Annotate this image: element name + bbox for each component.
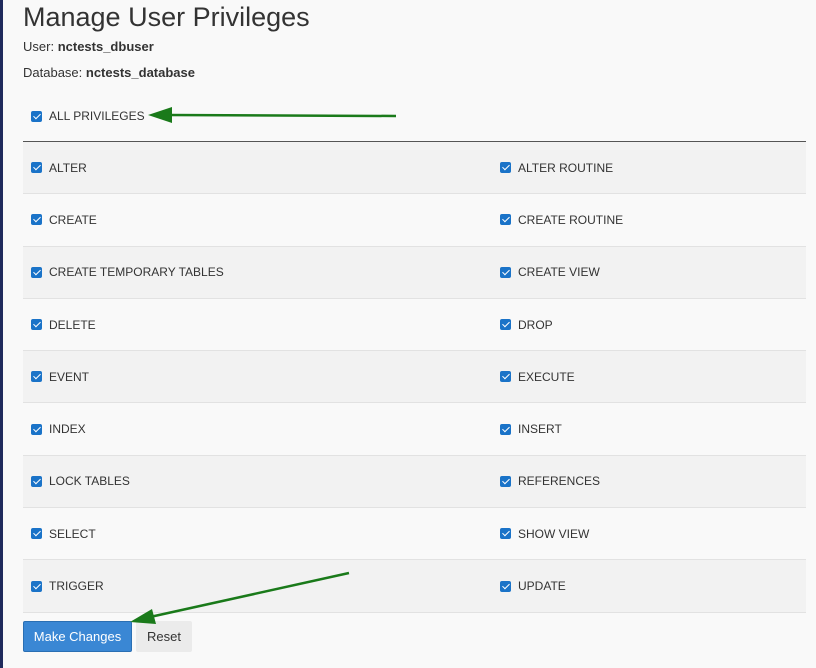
checkbox-checked-icon[interactable] (31, 162, 42, 174)
checkbox-checked-icon[interactable] (31, 319, 42, 331)
privilege-checkbox[interactable]: UPDATE (500, 579, 566, 593)
privilege-label: REFERENCES (518, 474, 601, 489)
checkbox-checked-icon[interactable] (500, 266, 511, 278)
page-title: Manage User Privileges (23, 2, 310, 32)
privilege-label: SHOW VIEW (518, 526, 590, 541)
privilege-checkbox[interactable]: TRIGGER (31, 579, 104, 593)
privilege-label: CREATE ROUTINE (518, 212, 624, 227)
privilege-checkbox[interactable]: REFERENCES (500, 474, 600, 488)
checkbox-checked-icon[interactable] (500, 580, 511, 592)
arrow-annotation-icon (148, 107, 397, 123)
checkbox-checked-icon[interactable] (31, 110, 42, 122)
database-label: Database: (23, 65, 83, 80)
checkbox-checked-icon[interactable] (500, 214, 511, 226)
privilege-checkbox[interactable]: LOCK TABLES (31, 474, 130, 488)
user-label: User: (23, 39, 55, 54)
privilege-label: SELECT (49, 526, 96, 541)
privilege-label: DROP (518, 317, 553, 332)
checkbox-checked-icon[interactable] (500, 162, 511, 174)
privileges-table: ALTER ALTER ROUTINE CREATE CREATE ROUTINE CR… (23, 141, 806, 613)
privilege-label: INDEX (49, 422, 86, 437)
privilege-row: CREATE CREATE ROUTINE (23, 194, 806, 247)
all-privileges-label: ALL PRIVILEGES (49, 109, 145, 123)
privilege-label: EXECUTE (518, 369, 575, 384)
privilege-checkbox[interactable]: EXECUTE (500, 370, 575, 384)
privilege-checkbox[interactable]: CREATE (31, 213, 97, 227)
checkbox-checked-icon[interactable] (500, 528, 511, 540)
privilege-checkbox[interactable]: SELECT (31, 527, 96, 541)
database-value: nctests_database (85, 65, 196, 80)
privilege-checkbox[interactable]: DELETE (31, 318, 96, 332)
privilege-label: CREATE (49, 212, 97, 227)
checkbox-checked-icon[interactable] (31, 475, 42, 487)
privilege-label: LOCK TABLES (49, 474, 130, 489)
privilege-checkbox[interactable]: INDEX (31, 422, 86, 436)
privilege-checkbox[interactable]: DROP (500, 318, 553, 332)
privilege-checkbox[interactable]: CREATE VIEW (500, 265, 600, 279)
privilege-label: CREATE VIEW (518, 265, 600, 280)
privilege-label: EVENT (49, 369, 90, 384)
left-edge-border (0, 0, 3, 668)
database-info: Database: nctests_database (23, 65, 195, 80)
user-info: User: nctests_dbuser (23, 39, 154, 54)
privilege-checkbox[interactable]: SHOW VIEW (500, 527, 589, 541)
checkbox-checked-icon[interactable] (31, 371, 42, 383)
privilege-row: SELECT SHOW VIEW (23, 508, 806, 561)
checkbox-checked-icon[interactable] (31, 214, 42, 226)
privilege-row: EVENT EXECUTE (23, 351, 806, 404)
checkbox-checked-icon[interactable] (500, 475, 511, 487)
privilege-row: LOCK TABLES REFERENCES (23, 455, 806, 509)
privilege-checkbox[interactable]: INSERT (500, 422, 562, 436)
checkbox-checked-icon[interactable] (31, 266, 42, 278)
checkbox-checked-icon[interactable] (500, 371, 511, 383)
privilege-row: DELETE DROP (23, 298, 806, 352)
privilege-label: ALTER (49, 160, 87, 175)
privilege-checkbox[interactable]: CREATE TEMPORARY TABLES (31, 265, 224, 279)
user-value: nctests_dbuser (57, 39, 154, 54)
privilege-label: DELETE (49, 317, 96, 332)
checkbox-checked-icon[interactable] (31, 580, 42, 592)
checkbox-checked-icon[interactable] (31, 528, 42, 540)
checkbox-checked-icon[interactable] (500, 319, 511, 331)
privilege-checkbox[interactable]: CREATE ROUTINE (500, 213, 623, 227)
privilege-label: TRIGGER (49, 579, 104, 594)
privilege-row: INDEX INSERT (23, 403, 806, 456)
all-privileges-checkbox[interactable]: ALL PRIVILEGES (31, 108, 145, 124)
reset-button[interactable]: Reset (136, 621, 192, 652)
checkbox-checked-icon[interactable] (31, 423, 42, 435)
privilege-checkbox[interactable]: ALTER ROUTINE (500, 161, 613, 175)
privilege-checkbox[interactable]: ALTER (31, 161, 87, 175)
privilege-row: CREATE TEMPORARY TABLES CREATE VIEW (23, 246, 806, 299)
privilege-label: UPDATE (518, 579, 566, 594)
privilege-label: ALTER ROUTINE (518, 160, 614, 175)
make-changes-button[interactable]: Make Changes (23, 621, 132, 652)
checkbox-checked-icon[interactable] (500, 423, 511, 435)
privilege-checkbox[interactable]: EVENT (31, 370, 89, 384)
privilege-row: ALTER ALTER ROUTINE (23, 142, 806, 195)
privilege-label: INSERT (518, 422, 562, 437)
privilege-label: CREATE TEMPORARY TABLES (49, 265, 224, 280)
privilege-row: TRIGGER UPDATE (23, 560, 806, 613)
